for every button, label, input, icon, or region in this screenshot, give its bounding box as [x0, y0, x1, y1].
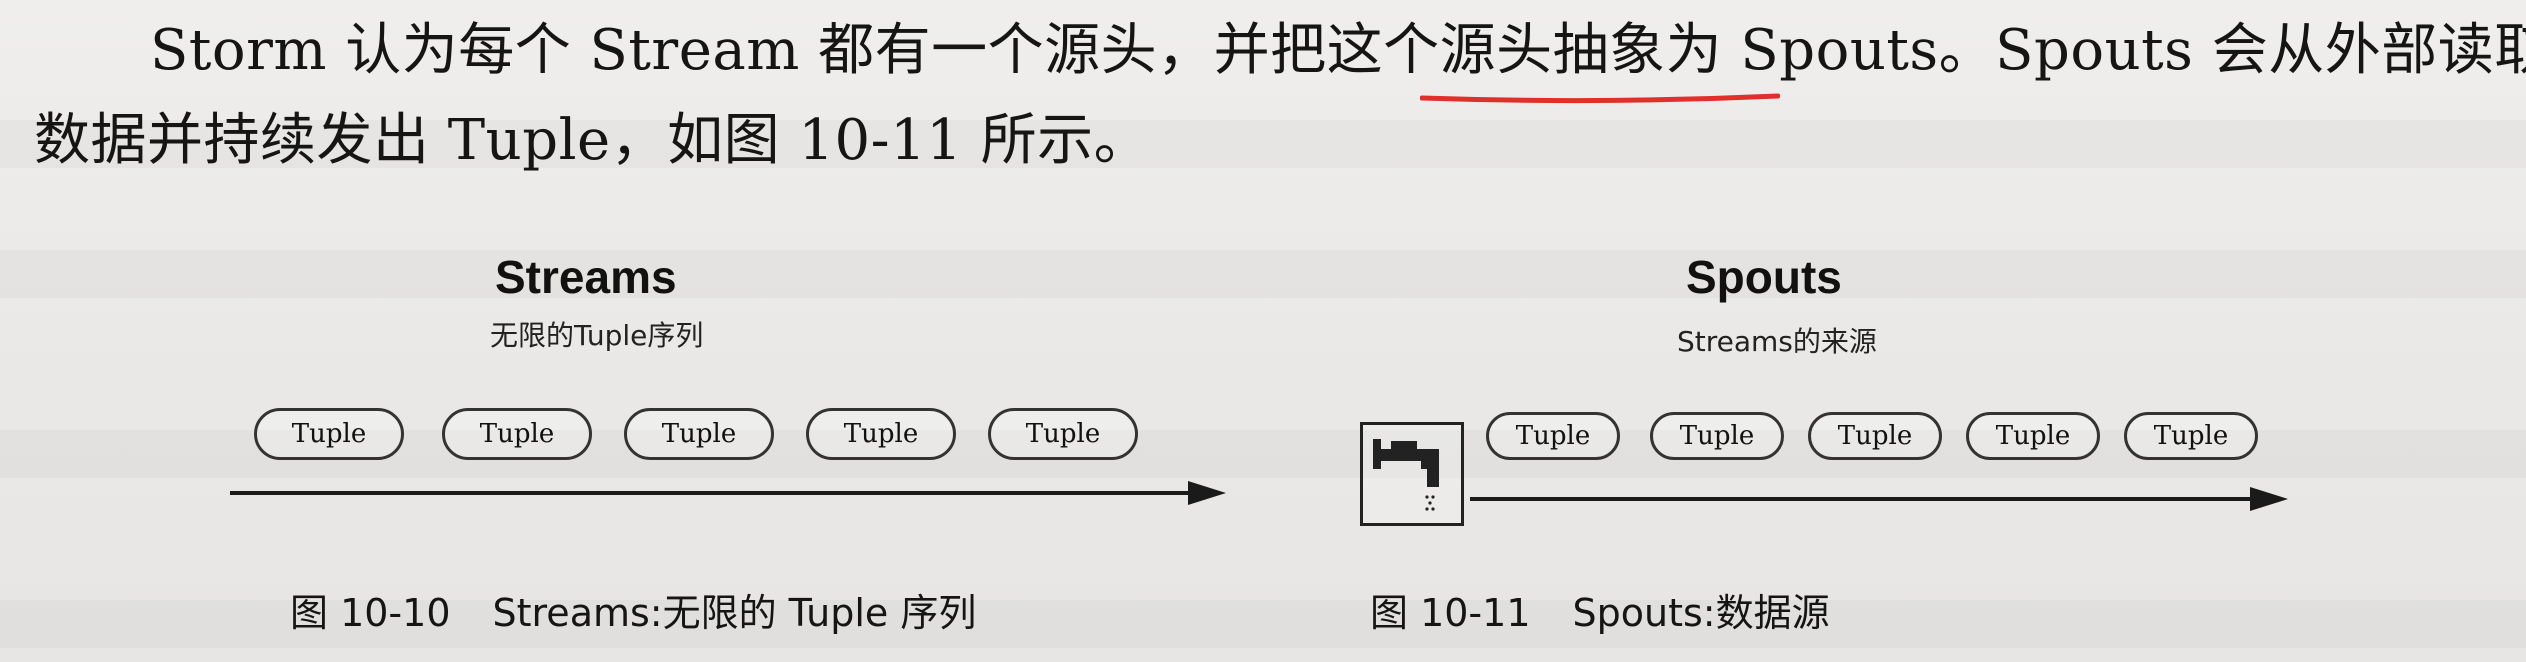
faucet-icon [1360, 422, 1464, 526]
figure-spouts: Spouts Streams的来源 Tuple Tuple Tuple Tupl… [1360, 250, 2320, 650]
figure-title: Streams [495, 251, 677, 303]
caption-number: 图 10-11 [1370, 591, 1531, 635]
paragraph-line-1: Storm 认为每个 Stream 都有一个源头，并把这个源头抽象为 Spout… [150, 18, 2526, 83]
tuple-pill: Tuple [1808, 412, 1942, 460]
figure-subtitle: 无限的Tuple序列 [490, 319, 704, 352]
caption-text: Streams:无限的 Tuple 序列 [492, 591, 977, 635]
tuple-pill: Tuple [2124, 412, 2258, 460]
figure-caption: 图 10-11 Spouts:数据源 [1370, 582, 1830, 637]
red-underline-mark [1420, 93, 1780, 104]
tuple-pill: Tuple [624, 408, 774, 460]
tuple-pill: Tuple [1966, 412, 2100, 460]
tuple-pill: Tuple [1486, 412, 1620, 460]
tuple-pill: Tuple [806, 408, 956, 460]
tuple-pill: Tuple [988, 408, 1138, 460]
book-page: Storm 认为每个 Stream 都有一个源头，并把这个源头抽象为 Spout… [0, 0, 2526, 662]
figure-subtitle: Streams的来源 [1677, 325, 1877, 358]
faucet-icon-graphic [1373, 439, 1439, 511]
paragraph-line-2: 数据并持续发出 Tuple，如图 10-11 所示。 [34, 108, 1151, 173]
spout-arrow [1470, 487, 2288, 511]
figure-caption: 图 10-10 Streams:无限的 Tuple 序列 [290, 582, 976, 637]
figure-streams: Streams 无限的Tuple序列 Tuple Tuple Tuple Tup… [230, 250, 1490, 650]
caption-text: Spouts:数据源 [1572, 591, 1830, 635]
tuple-pill: Tuple [442, 408, 592, 460]
tuple-pill: Tuple [1650, 412, 1784, 460]
figure-title: Spouts [1686, 251, 1842, 303]
stream-arrow [230, 481, 1226, 505]
tuple-pill: Tuple [254, 408, 404, 460]
caption-number: 图 10-10 [290, 591, 451, 635]
